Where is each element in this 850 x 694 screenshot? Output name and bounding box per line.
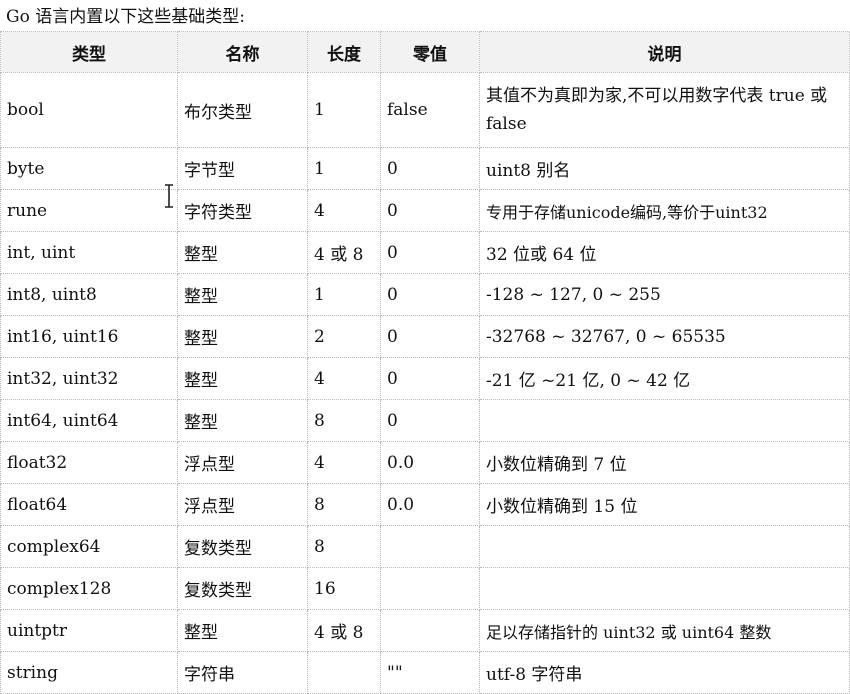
cell-type: int32, uint32 <box>0 357 178 400</box>
cell-description <box>479 399 850 442</box>
cell-description: uint8 别名 <box>479 147 850 190</box>
cell-length: 8 <box>307 483 381 526</box>
header-description: 说明 <box>479 31 850 73</box>
cell-type: int16, uint16 <box>0 315 178 358</box>
cell-description: 其值不为真即为家,不可以用数字代表 true 或 false <box>479 72 850 148</box>
cell-type: int8, uint8 <box>0 273 178 316</box>
cell-description: -128 ~ 127, 0 ~ 255 <box>479 273 850 316</box>
cell-length: 4 或 8 <box>307 231 381 274</box>
cell-name: 整型 <box>177 357 308 400</box>
table-row: string 字符串 "" utf-8 字符串 <box>0 651 850 694</box>
table-row: uintptr 整型 4 或 8 足以存储指针的 uint32 或 uint64… <box>0 609 850 652</box>
cell-zero-value: 0.0 <box>380 483 480 526</box>
cell-zero-value: 0 <box>380 399 480 442</box>
table-row: float32 浮点型 4 0.0 小数位精确到 7 位 <box>0 441 850 484</box>
cell-description: -32768 ~ 32767, 0 ~ 65535 <box>479 315 850 358</box>
cell-description <box>479 567 850 610</box>
cell-name: 字符串 <box>177 651 308 694</box>
cell-zero-value: 0 <box>380 357 480 400</box>
header-type: 类型 <box>0 31 178 73</box>
basic-types-table: 类型 名称 长度 零值 说明 bool 布尔类型 1 false 其值不为真即为… <box>0 31 850 694</box>
header-zero-value: 零值 <box>380 31 480 73</box>
cell-length: 8 <box>307 399 381 442</box>
cell-name: 整型 <box>177 231 308 274</box>
cell-zero-value <box>380 609 480 652</box>
cell-name: 浮点型 <box>177 441 308 484</box>
table-row: int, uint 整型 4 或 8 0 32 位或 64 位 <box>0 231 850 274</box>
cell-name: 字节型 <box>177 147 308 190</box>
cell-name: 字符类型 <box>177 189 308 232</box>
table-row: int16, uint16 整型 2 0 -32768 ~ 32767, 0 ~… <box>0 315 850 358</box>
cell-description: 小数位精确到 15 位 <box>479 483 850 526</box>
cell-zero-value: 0 <box>380 147 480 190</box>
cell-type: int64, uint64 <box>0 399 178 442</box>
intro-text: Go 语言内置以下这些基础类型: <box>6 7 245 27</box>
cell-length: 2 <box>307 315 381 358</box>
cell-description: 足以存储指针的 uint32 或 uint64 整数 <box>479 609 850 652</box>
cell-zero-value: 0 <box>380 189 480 232</box>
cell-zero-value: "" <box>380 651 480 694</box>
cell-type: int, uint <box>0 231 178 274</box>
table-row: float64 浮点型 8 0.0 小数位精确到 15 位 <box>0 483 850 526</box>
cell-zero-value: false <box>380 72 480 148</box>
cell-type: complex128 <box>0 567 178 610</box>
cell-length: 4 <box>307 189 381 232</box>
table-row: rune 字符类型 4 0 专用于存储unicode编码,等价于uint32 <box>0 189 850 232</box>
cell-length: 8 <box>307 525 381 568</box>
cell-length: 4 或 8 <box>307 609 381 652</box>
cell-type: float64 <box>0 483 178 526</box>
cell-name: 整型 <box>177 609 308 652</box>
cell-length: 4 <box>307 357 381 400</box>
cell-length: 1 <box>307 147 381 190</box>
cell-type: complex64 <box>0 525 178 568</box>
cell-length: 1 <box>307 72 381 148</box>
cell-type: byte <box>0 147 178 190</box>
cell-description <box>479 525 850 568</box>
table-row: int64, uint64 整型 8 0 <box>0 399 850 442</box>
cell-name: 整型 <box>177 399 308 442</box>
cell-type: uintptr <box>0 609 178 652</box>
cell-type: bool <box>0 72 178 148</box>
cell-zero-value: 0 <box>380 315 480 358</box>
cell-length <box>307 651 381 694</box>
cell-zero-value: 0.0 <box>380 441 480 484</box>
cell-name: 布尔类型 <box>177 72 308 148</box>
header-name: 名称 <box>177 31 308 73</box>
cell-type: rune <box>0 189 178 232</box>
table-row: int8, uint8 整型 1 0 -128 ~ 127, 0 ~ 255 <box>0 273 850 316</box>
cell-name: 复数类型 <box>177 567 308 610</box>
header-length: 长度 <box>307 31 381 73</box>
table-row: byte 字节型 1 0 uint8 别名 <box>0 147 850 190</box>
cell-description: -21 亿 ~21 亿, 0 ~ 42 亿 <box>479 357 850 400</box>
cell-type: string <box>0 651 178 694</box>
table-row: complex128 复数类型 16 <box>0 567 850 610</box>
cell-description: 专用于存储unicode编码,等价于uint32 <box>479 189 850 232</box>
text-cursor-icon <box>165 184 173 208</box>
cell-length: 1 <box>307 273 381 316</box>
cell-zero-value: 0 <box>380 231 480 274</box>
cell-description: 32 位或 64 位 <box>479 231 850 274</box>
table-header-row: 类型 名称 长度 零值 说明 <box>0 31 850 73</box>
cell-description: 小数位精确到 7 位 <box>479 441 850 484</box>
cell-type: float32 <box>0 441 178 484</box>
table-row: int32, uint32 整型 4 0 -21 亿 ~21 亿, 0 ~ 42… <box>0 357 850 400</box>
cell-description: utf-8 字符串 <box>479 651 850 694</box>
cell-zero-value <box>380 525 480 568</box>
cell-name: 整型 <box>177 273 308 316</box>
cell-name: 浮点型 <box>177 483 308 526</box>
cell-zero-value: 0 <box>380 273 480 316</box>
cell-name: 整型 <box>177 315 308 358</box>
cell-zero-value <box>380 567 480 610</box>
cell-length: 4 <box>307 441 381 484</box>
table-row: complex64 复数类型 8 <box>0 525 850 568</box>
table-row: bool 布尔类型 1 false 其值不为真即为家,不可以用数字代表 true… <box>0 72 850 148</box>
cell-length: 16 <box>307 567 381 610</box>
cell-name: 复数类型 <box>177 525 308 568</box>
